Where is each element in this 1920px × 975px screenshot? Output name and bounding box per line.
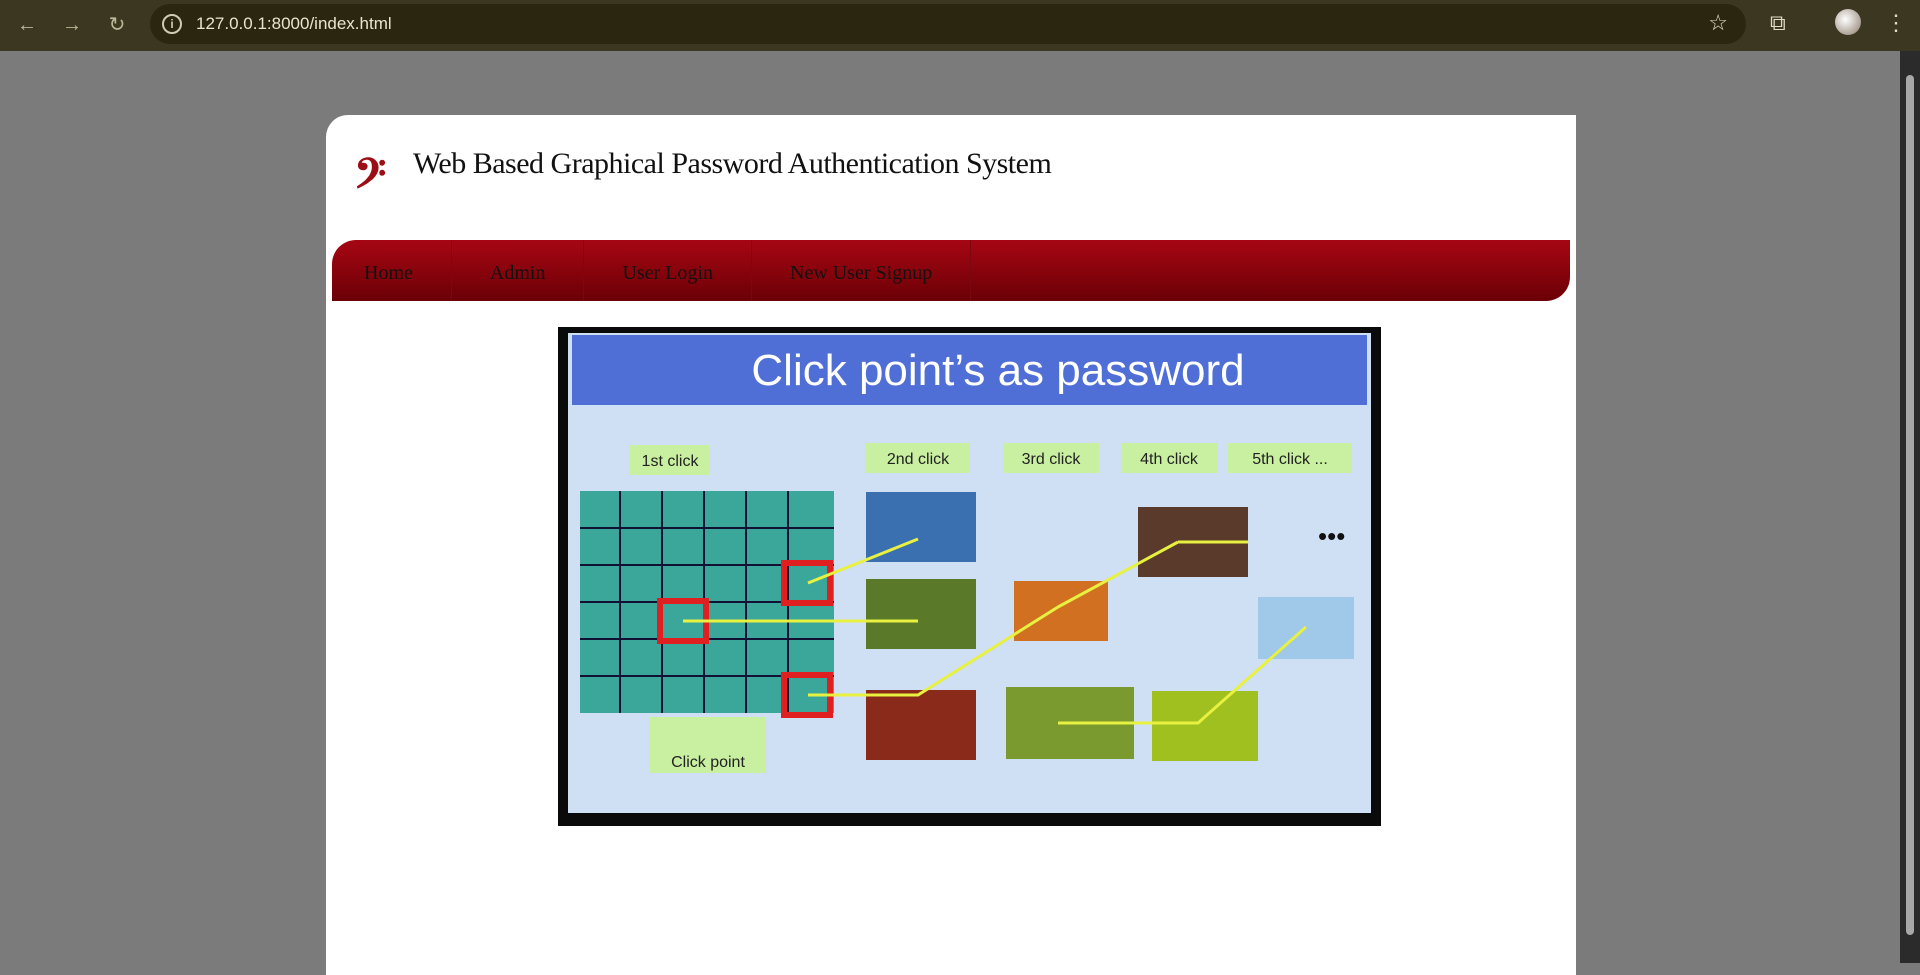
reload-icon[interactable]: ↻	[104, 12, 130, 38]
site-title: Web Based Graphical Password Authenticat…	[413, 147, 1052, 180]
click-label-4: 4th click	[1140, 451, 1199, 468]
browser-toolbar: ← → ↻ i 127.0.0.1:8000/index.html ☆ ⧉ ⋮	[0, 0, 1920, 51]
scrollbar-thumb[interactable]	[1906, 75, 1914, 935]
hero-image: Click point’s as password 1st click 2nd …	[558, 327, 1381, 826]
scrollbar[interactable]	[1900, 51, 1920, 963]
url-text[interactable]: 127.0.0.1:8000/index.html	[196, 14, 392, 34]
bass-clef-logo-icon: 𝄢	[354, 149, 387, 208]
main-panel: 𝄢 Web Based Graphical Password Authentic…	[326, 115, 1576, 975]
click-label-3: 3rd click	[1022, 451, 1082, 468]
click-label-2: 2nd click	[887, 451, 950, 468]
nav-admin[interactable]: Admin	[452, 240, 585, 301]
extensions-icon[interactable]: ⧉	[1770, 10, 1786, 36]
back-icon[interactable]: ←	[14, 12, 40, 38]
click-label-1: 1st click	[642, 453, 700, 470]
ellipsis-text: •••	[1318, 521, 1345, 551]
bookmark-star-icon[interactable]: ☆	[1708, 10, 1728, 36]
click-label-5: 5th click ...	[1252, 451, 1328, 468]
nav-user-login[interactable]: User Login	[584, 240, 752, 301]
site-info-icon[interactable]: i	[162, 14, 182, 34]
profile-avatar[interactable]	[1835, 9, 1861, 35]
address-bar[interactable]: i 127.0.0.1:8000/index.html ☆	[150, 4, 1746, 44]
nav-new-user-signup[interactable]: New User Signup	[752, 240, 972, 301]
forward-icon[interactable]: →	[59, 12, 85, 38]
click-point-label: Click point	[671, 754, 745, 771]
menu-kebab-icon[interactable]: ⋮	[1885, 10, 1907, 36]
nav-home[interactable]: Home	[332, 240, 452, 301]
hero-heading: Click point’s as password	[751, 346, 1244, 395]
main-nav: Home Admin User Login New User Signup	[332, 240, 1570, 301]
